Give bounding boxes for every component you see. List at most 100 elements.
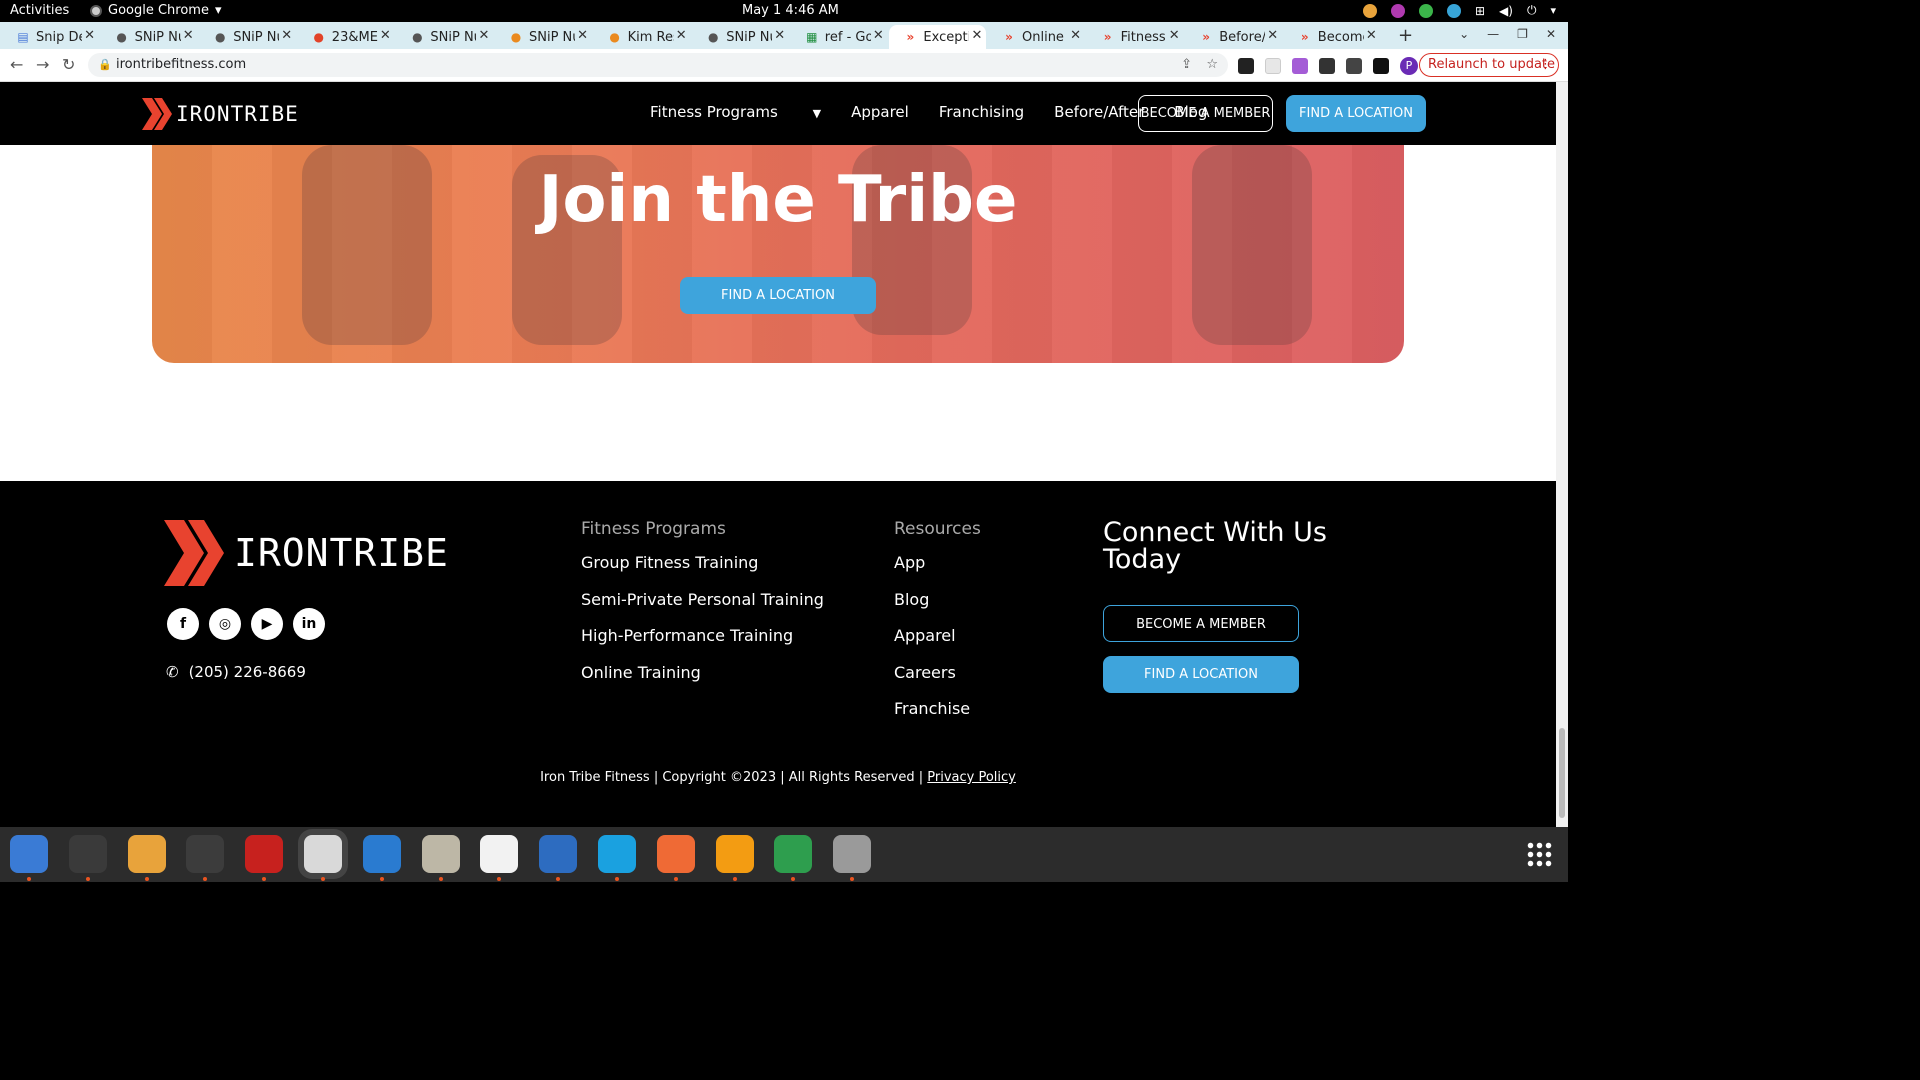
browser-tab[interactable]: ● 23&ME ✕ — [298, 25, 395, 49]
back-icon[interactable]: ← — [10, 55, 23, 74]
postman-icon[interactable] — [656, 835, 695, 873]
clock[interactable]: May 1 4:46 AM — [742, 3, 839, 18]
network-icon[interactable]: ⊞ — [1475, 4, 1485, 18]
footer-link-online-training[interactable]: Online Training — [581, 663, 824, 700]
close-tab-icon[interactable]: ✕ — [84, 28, 95, 43]
close-tab-icon[interactable]: ✕ — [971, 28, 982, 43]
system-tray[interactable]: ⊞ ◀) ⏻ ▾ — [1362, 3, 1556, 18]
linkedin-icon[interactable]: in — [293, 608, 325, 640]
footer-find-location-button[interactable]: FIND A LOCATION — [1103, 656, 1299, 693]
system-monitor-icon[interactable] — [186, 835, 225, 873]
files-icon[interactable] — [421, 835, 460, 873]
page-scrollbar[interactable] — [1556, 82, 1568, 827]
volume-icon[interactable]: ◀) — [1499, 4, 1513, 18]
app-tray-icon[interactable] — [1390, 3, 1405, 18]
chrome-tray-icon[interactable] — [1362, 3, 1377, 18]
footer-link-franchise[interactable]: Franchise — [894, 699, 981, 736]
close-tab-icon[interactable]: ✕ — [1366, 28, 1377, 43]
power-icon[interactable]: ⏻ — [1527, 3, 1537, 18]
nav-before-after[interactable]: Before/After — [1054, 103, 1144, 121]
footer-become-member-button[interactable]: BECOME A MEMBER — [1103, 605, 1299, 642]
nav-franchising[interactable]: Franchising — [939, 103, 1024, 121]
instagram-icon[interactable]: ◎ — [209, 608, 241, 640]
facebook-icon[interactable]: f — [167, 608, 199, 640]
close-tab-icon[interactable]: ✕ — [281, 28, 292, 43]
close-tab-icon[interactable]: ✕ — [873, 28, 884, 43]
download-icon[interactable] — [1346, 58, 1362, 74]
find-location-button[interactable]: FIND A LOCATION — [1286, 95, 1426, 132]
eyedropper-extension-icon[interactable] — [1238, 58, 1254, 74]
show-applications-icon[interactable] — [1526, 841, 1552, 867]
calendar-extension-icon[interactable] — [1265, 58, 1281, 74]
address-bar[interactable]: 🔒 irontribefitness.com ⇪ ☆ — [88, 53, 1228, 77]
skype-icon[interactable] — [598, 835, 636, 873]
close-tab-icon[interactable]: ✕ — [774, 28, 785, 43]
vscode-icon[interactable] — [362, 835, 401, 873]
close-icon[interactable]: ✕ — [1546, 27, 1556, 41]
become-member-button[interactable]: BECOME A MEMBER — [1138, 95, 1273, 132]
minimize-icon[interactable]: — — [1487, 27, 1499, 41]
url-text[interactable]: irontribefitness.com — [116, 57, 246, 72]
forward-icon[interactable]: → — [36, 55, 49, 74]
text-editor-icon[interactable] — [480, 835, 519, 873]
footer-link-group-fitness[interactable]: Group Fitness Training — [581, 553, 824, 590]
browser-tab[interactable]: ● SNiP Nu✕ — [199, 25, 296, 49]
footer-link-apparel[interactable]: Apparel — [894, 626, 981, 663]
share-icon[interactable]: ⇪ — [1181, 53, 1192, 77]
activities-button[interactable]: Activities — [10, 3, 69, 18]
new-tab-button[interactable]: + — [1398, 25, 1413, 46]
calculator-icon[interactable] — [127, 835, 166, 873]
phone-link[interactable]: ✆ (205) 226-8669 — [166, 663, 306, 681]
footer-link-careers[interactable]: Careers — [894, 663, 981, 700]
close-tab-icon[interactable]: ✕ — [1070, 28, 1081, 43]
browser-tab[interactable]: » Become✕ — [1284, 25, 1381, 49]
filezilla-icon[interactable] — [245, 835, 284, 873]
footer-link-high-performance[interactable]: High-Performance Training — [581, 626, 824, 663]
footer-logo[interactable]: IRONTRIBE — [164, 520, 449, 586]
close-tab-icon[interactable]: ✕ — [380, 28, 391, 43]
libreoffice-calc-icon[interactable] — [774, 835, 813, 873]
close-tab-icon[interactable]: ✕ — [577, 28, 588, 43]
youtube-icon[interactable]: ▶ — [251, 608, 283, 640]
update-tray-icon[interactable] — [1418, 3, 1433, 18]
browser-tab[interactable]: ● Kim Res✕ — [594, 25, 691, 49]
browser-tab[interactable]: » Online T✕ — [988, 25, 1085, 49]
terminal-icon[interactable] — [68, 835, 107, 873]
more-menu-icon[interactable]: ⋮ — [1539, 54, 1552, 76]
privacy-policy-link[interactable]: Privacy Policy — [927, 770, 1016, 785]
scrollbar-thumb[interactable] — [1559, 728, 1565, 818]
pen-extension-icon[interactable] — [1292, 58, 1308, 74]
browser-tab[interactable]: ● SNiP Nu✕ — [495, 25, 592, 49]
thunderbird-icon[interactable] — [10, 835, 48, 873]
hero-find-location-button[interactable]: FIND A LOCATION — [680, 277, 876, 314]
bookmark-star-icon[interactable]: ☆ — [1206, 53, 1218, 77]
nav-fitness-programs[interactable]: Fitness Programs ▼ — [650, 103, 821, 121]
puzzle-extensions-icon[interactable] — [1319, 58, 1335, 74]
nav-apparel[interactable]: Apparel — [851, 103, 909, 121]
browser-tab[interactable]: ▦ ref - Goo✕ — [791, 25, 888, 49]
footer-link-app[interactable]: App — [894, 553, 981, 590]
site-logo[interactable]: IRONTRIBE — [142, 98, 299, 130]
chrome-icon[interactable] — [304, 835, 342, 873]
app-menu[interactable]: Google Chrome ▾ — [90, 3, 222, 18]
close-tab-icon[interactable]: ✕ — [1169, 28, 1180, 43]
tab-search-icon[interactable]: ⌄ — [1459, 27, 1469, 41]
close-tab-icon[interactable]: ✕ — [1267, 28, 1278, 43]
browser-tab[interactable]: ● SNiP Nu✕ — [692, 25, 789, 49]
browser-tab[interactable]: ▤ Snip Det✕ — [2, 25, 99, 49]
close-tab-icon[interactable]: ✕ — [183, 28, 194, 43]
chevron-down-icon[interactable]: ▾ — [1550, 4, 1556, 17]
sync-tray-icon[interactable] — [1446, 3, 1461, 18]
footer-link-blog[interactable]: Blog — [894, 590, 981, 627]
close-tab-icon[interactable]: ✕ — [676, 28, 687, 43]
disks-icon[interactable] — [833, 835, 872, 873]
libreoffice-writer-icon[interactable] — [539, 835, 578, 873]
reload-icon[interactable]: ↻ — [62, 55, 75, 74]
maximize-icon[interactable]: ❐ — [1517, 27, 1528, 41]
footer-link-semi-private[interactable]: Semi-Private Personal Training — [581, 590, 824, 627]
profile-avatar[interactable]: P — [1400, 57, 1418, 75]
relaunch-to-update-button[interactable]: Relaunch to update ⋮ — [1419, 53, 1559, 77]
browser-tab[interactable]: » Before/✕ — [1185, 25, 1282, 49]
browser-tab[interactable]: » Exceptio✕ — [889, 25, 987, 49]
browser-tab[interactable]: ● SNiP Nu✕ — [396, 25, 493, 49]
